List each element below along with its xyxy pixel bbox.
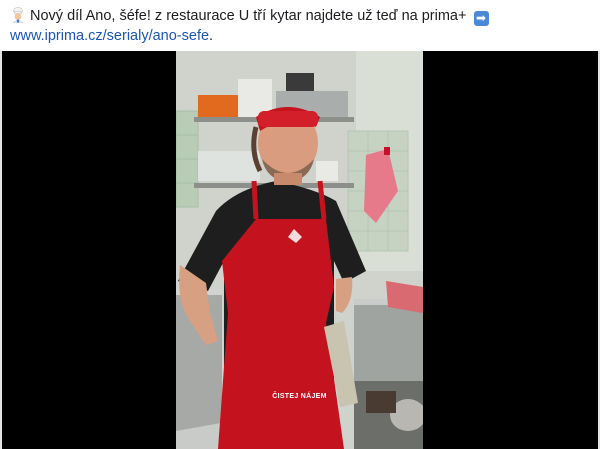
chef-emoji-icon xyxy=(12,7,24,23)
video-caption: ČISTEJ NÁJEM xyxy=(272,393,327,400)
video-frame-scene xyxy=(176,51,423,449)
video-player[interactable]: ČISTEJ NÁJEM xyxy=(0,51,600,449)
post-link-suffix: . xyxy=(209,28,214,44)
video-left-border xyxy=(0,51,2,449)
video-frame[interactable]: ČISTEJ NÁJEM xyxy=(176,51,423,449)
post-message: Nový díl Ano, šéfe! z restaurace U tří k… xyxy=(30,8,467,24)
post-text: Nový díl Ano, šéfe! z restaurace U tří k… xyxy=(10,6,590,46)
post-link[interactable]: www.iprima.cz/serialy/ano-sefe xyxy=(10,28,209,44)
right-arrow-emoji-icon: ➡ xyxy=(473,11,489,26)
